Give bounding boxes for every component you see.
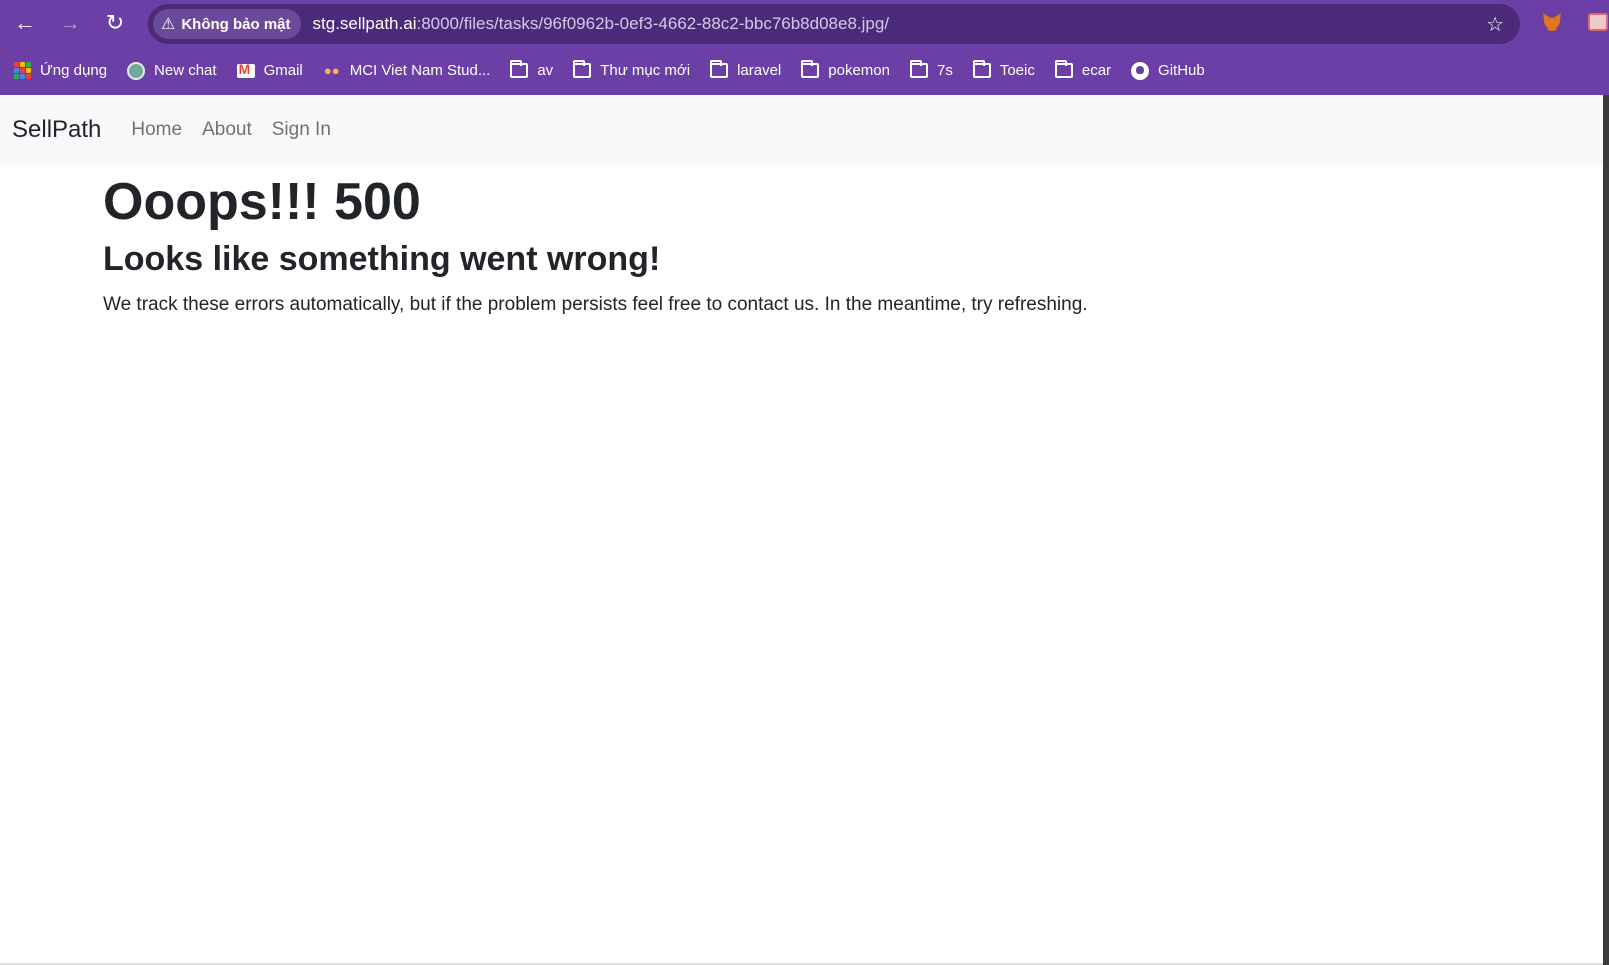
arrow-left-icon: ←: [14, 10, 36, 35]
apps-icon: [13, 62, 31, 80]
nav-link-home[interactable]: Home: [131, 119, 182, 141]
error-subtitle: Looks like something went wrong!: [103, 239, 661, 278]
bookmark-github[interactable]: GitHub: [1131, 56, 1211, 86]
bookmark-label: 7s: [936, 62, 953, 79]
scrollbar[interactable]: [1603, 95, 1609, 965]
bookmark-folder-toeic[interactable]: Toeic: [972, 56, 1041, 86]
bookmark-label: Ứng dụng: [40, 62, 108, 79]
bookmark-label: pokemon: [828, 62, 890, 79]
bookmark-gmail[interactable]: Gmail: [236, 56, 309, 86]
chatgpt-icon: [127, 61, 146, 80]
forward-button[interactable]: →: [52, 5, 88, 41]
folder-icon: [801, 60, 820, 80]
bookmark-new-chat[interactable]: New chat: [127, 56, 223, 86]
site-navbar: SellPath Home About Sign In: [0, 95, 1603, 165]
bookmark-label: av: [537, 62, 554, 79]
arrow-right-icon: →: [59, 10, 81, 35]
gmail-icon: [236, 61, 255, 80]
address-bar[interactable]: ⚠ Không bảo mật stg.sellpath.ai:8000/fil…: [148, 4, 1520, 44]
bookmark-label: GitHub: [1158, 62, 1205, 79]
url-path: :8000/files/tasks/96f0962b-0ef3-4662-88c…: [416, 14, 890, 33]
brand-logo[interactable]: SellPath: [12, 116, 101, 144]
metamask-extension-icon[interactable]: [1543, 13, 1561, 31]
mci-icon: ●●: [323, 63, 340, 78]
url-host: stg.sellpath.ai: [312, 14, 417, 33]
bookmark-mci[interactable]: ●● MCI Viet Nam Stud...: [323, 56, 497, 86]
bookmark-label: MCI Viet Nam Stud...: [349, 62, 491, 79]
folder-icon: [972, 60, 991, 80]
github-icon: [1131, 61, 1150, 80]
folder-icon: [510, 60, 529, 80]
bookmark-label: Toeic: [999, 62, 1035, 79]
nav-link-about[interactable]: About: [202, 119, 252, 141]
extension-icon[interactable]: [1588, 13, 1608, 31]
error-message: We track these errors automatically, but…: [103, 293, 1088, 315]
security-indicator[interactable]: ⚠ Không bảo mật: [153, 9, 301, 39]
bookmark-folder-ecar[interactable]: ecar: [1054, 56, 1117, 86]
bookmark-label: New chat: [154, 62, 217, 79]
folder-icon: [909, 60, 928, 80]
reload-button[interactable]: ↻: [97, 5, 133, 41]
bookmark-label: Gmail: [263, 62, 303, 79]
folder-icon: [710, 60, 729, 80]
browser-toolbar: ← → ↻ ⚠ Không bảo mật stg.sellpath.ai:80…: [0, 0, 1609, 46]
error-content: Ooops!!! 500 Looks like something went w…: [103, 173, 1088, 316]
security-label: Không bảo mật: [181, 15, 291, 33]
warning-icon: ⚠: [161, 16, 176, 33]
bookmarks-bar: Ứng dụng New chat Gmail ●● MCI Viet Nam …: [0, 46, 1609, 95]
bookmark-folder-thu-muc-moi[interactable]: Thư mục mới: [573, 56, 696, 86]
bookmark-folder-7s[interactable]: 7s: [909, 56, 959, 86]
bookmark-star-icon[interactable]: ☆: [1486, 12, 1504, 37]
reload-icon: ↻: [105, 10, 125, 35]
folder-icon: [573, 60, 592, 80]
bookmark-apps[interactable]: Ứng dụng: [13, 56, 113, 86]
bookmark-label: Thư mục mới: [600, 62, 691, 79]
bookmark-folder-pokemon[interactable]: pokemon: [801, 56, 896, 86]
url-text[interactable]: stg.sellpath.ai:8000/files/tasks/96f0962…: [313, 14, 890, 34]
back-button[interactable]: ←: [7, 5, 43, 41]
nav-link-sign-in[interactable]: Sign In: [272, 119, 331, 141]
bookmark-label: laravel: [737, 62, 782, 79]
page-viewport: SellPath Home About Sign In Ooops!!! 500…: [0, 95, 1603, 965]
bookmark-label: ecar: [1081, 62, 1112, 79]
bookmark-folder-laravel[interactable]: laravel: [710, 56, 787, 86]
bookmark-folder-av[interactable]: av: [510, 56, 559, 86]
folder-icon: [1054, 60, 1073, 80]
error-title: Ooops!!! 500: [103, 173, 421, 231]
